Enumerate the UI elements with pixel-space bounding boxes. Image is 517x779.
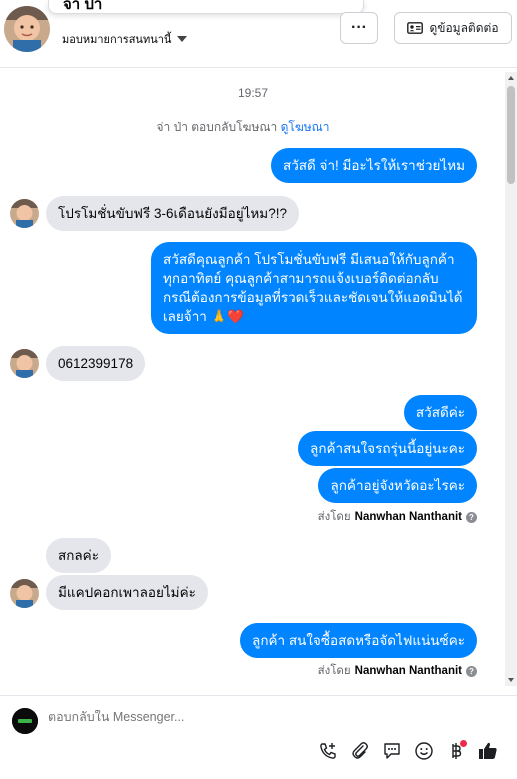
message-bubble-outgoing: สวัสดีคุณลูกค้า โปรโมชั่นขับฟรี มีเสนอให… (151, 242, 477, 334)
sender-name: Nanwhan Nanthanit (354, 511, 462, 523)
composer-toolbar (317, 740, 499, 762)
message-bubble-outgoing: สวัสดี จ่า! มีอะไรให้เราช่วยไหม (270, 148, 477, 183)
contact-avatar-small (10, 199, 39, 228)
emoji-icon[interactable] (413, 740, 435, 762)
page-avatar (12, 708, 38, 734)
chat-bubble-icon[interactable] (381, 740, 403, 762)
message-thread: 19:57 จ่า ป่า ตอบกลับโฆษณา ดูโฆษณา สวัสด… (0, 68, 517, 688)
contact-avatar-small (10, 349, 39, 378)
message-bubble-incoming: สกลค่ะ (46, 538, 111, 573)
baht-icon[interactable] (445, 740, 467, 762)
message-bubble-outgoing: ลูกค้าสนใจรถรุ่นนี้อยู่นะคะ (298, 431, 477, 466)
ad-reply-note: จ่า ป่า ตอบกลับโฆษณา ดูโฆษณา (0, 118, 486, 137)
contact-avatar[interactable] (4, 6, 50, 52)
message-bubble-incoming: มีแคปคอกเพาลอยไม่ค่ะ (46, 575, 208, 610)
reply-composer (0, 695, 517, 779)
contact-avatar-small (10, 579, 39, 608)
notification-dot (460, 740, 467, 747)
view-ad-link[interactable]: ดูโฆษณา (281, 120, 330, 134)
sent-by-note: ส่งโดย Nanwhan Nanthanit ? (318, 662, 477, 680)
message-timestamp: 19:57 (237, 86, 269, 100)
message-bubble-incoming: โปรโมชั่นขับฟรี 3-6เดือนยังมีอยู่ไหม?!? (46, 196, 299, 231)
info-icon[interactable]: ? (466, 665, 477, 677)
scroll-thumb[interactable] (507, 86, 515, 184)
contact-name: จ่า ป่า (63, 0, 103, 13)
sent-by-label: ส่งโดย (317, 511, 351, 523)
info-icon[interactable]: ? (466, 511, 477, 523)
attach-icon[interactable] (349, 740, 371, 762)
reply-input[interactable] (48, 710, 348, 724)
message-bubble-outgoing: ลูกค้า สนใจซื้อสดหรือจัดไฟแน่นซ์คะ (240, 623, 477, 658)
thread-scrollbar[interactable] (505, 72, 517, 686)
more-label: ··· (351, 19, 367, 36)
message-bubble-incoming: 0612399178 (46, 346, 146, 381)
view-contact-info-button[interactable]: ดูข้อมูลติดต่อ (394, 12, 512, 44)
sender-name: Nanwhan Nanthanit (354, 665, 462, 677)
sent-by-label: ส่งโดย (317, 665, 351, 677)
scroll-up-arrow-icon[interactable] (508, 76, 514, 80)
more-options-button[interactable]: ··· (340, 12, 378, 44)
assign-label: มอบหมายการสนทนานี้ (62, 34, 172, 46)
message-bubble-outgoing: ลูกค้าอยู่จังหวัดอะไรคะ (318, 468, 477, 503)
sent-by-note: ส่งโดย Nanwhan Nanthanit ? (318, 508, 477, 526)
assign-conversation-dropdown[interactable]: มอบหมายการสนทนานี้ (62, 30, 188, 48)
contact-card-icon (407, 22, 424, 34)
chevron-down-icon (177, 36, 188, 42)
thumbs-up-icon[interactable] (477, 740, 499, 762)
phone-plus-icon[interactable] (317, 740, 339, 762)
conversation-header: จ่า ป่า มอบหมายการสนทนานี้ ··· ดูข้อมูลต… (0, 0, 517, 68)
contact-info-label: ดูข้อมูลติดต่อ (429, 20, 499, 35)
scroll-down-arrow-icon[interactable] (508, 678, 514, 682)
header-popup-edge: จ่า ป่า (48, 0, 364, 14)
message-bubble-outgoing: สวัสดีค่ะ (403, 395, 477, 430)
ad-reply-text: จ่า ป่า ตอบกลับโฆษณา (156, 120, 278, 134)
